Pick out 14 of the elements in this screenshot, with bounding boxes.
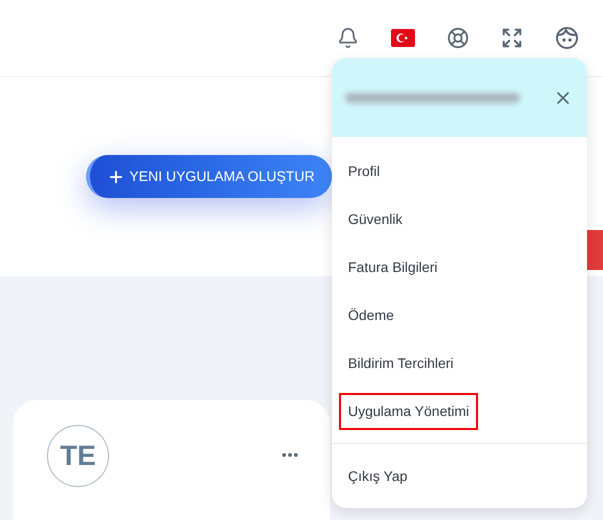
user-avatar-icon[interactable] [555,26,579,50]
lifebuoy-icon[interactable] [447,27,469,49]
menu-item[interactable]: Ödeme [339,296,403,334]
menu-item[interactable]: Fatura Bilgileri [339,248,446,286]
flag-icon[interactable] [391,29,415,47]
menu-item[interactable]: Uygulama Yönetimi [339,392,478,430]
logout-item[interactable]: Çıkış Yap [348,466,408,486]
fullscreen-icon[interactable] [501,27,523,49]
create-app-button[interactable]: YENI UYGULAMA OLUŞTUR [86,155,332,198]
menu-item[interactable]: Güvenlik [339,200,412,238]
menu-item[interactable]: Bildirim Tercihleri [339,344,463,382]
menu-item[interactable]: Profil [339,152,389,190]
app-avatar: TE [47,425,109,487]
bell-icon[interactable] [337,27,359,49]
